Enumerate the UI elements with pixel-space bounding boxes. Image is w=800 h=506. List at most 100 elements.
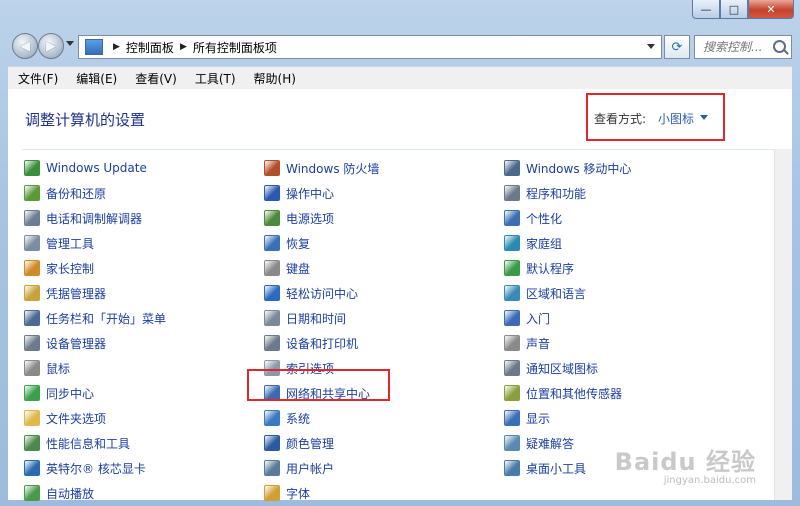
credential-manager-icon bbox=[24, 285, 40, 301]
programs-features-icon bbox=[504, 185, 520, 201]
control-panel-item[interactable]: 家长控制 bbox=[24, 259, 94, 277]
control-panel-item[interactable]: 电源选项 bbox=[264, 209, 334, 227]
control-panel-item[interactable]: 颜色管理 bbox=[264, 434, 334, 452]
view-by-dropdown[interactable]: 小图标 bbox=[658, 110, 694, 127]
control-panel-item[interactable]: 操作中心 bbox=[264, 184, 334, 202]
control-panel-item[interactable]: 同步中心 bbox=[24, 384, 94, 402]
performance-icon bbox=[24, 435, 40, 451]
sound-icon bbox=[504, 335, 520, 351]
control-panel-item-label: 索引选项 bbox=[286, 361, 335, 376]
control-panel-item-label: 性能信息和工具 bbox=[46, 436, 131, 451]
close-button[interactable]: ✕ bbox=[748, 0, 794, 19]
control-panel-item[interactable]: 桌面小工具 bbox=[504, 459, 586, 477]
control-panel-item[interactable]: 设备和打印机 bbox=[264, 334, 358, 352]
control-panel-item[interactable]: 默认程序 bbox=[504, 259, 574, 277]
control-panel-item[interactable]: 英特尔® 核芯显卡 bbox=[24, 459, 146, 477]
control-panel-item[interactable]: 恢复 bbox=[264, 234, 310, 252]
address-bar[interactable]: ▶ 控制面板 ▶ 所有控制面板项 bbox=[78, 35, 662, 59]
control-panel-item-label: Windows Update bbox=[46, 161, 147, 175]
control-panel-item[interactable]: 文件夹选项 bbox=[24, 409, 106, 427]
gadgets-icon bbox=[504, 460, 520, 476]
control-panel-item-label: 设备和打印机 bbox=[286, 336, 359, 351]
menu-tools[interactable]: 工具(T) bbox=[185, 70, 244, 87]
control-panel-item[interactable]: 轻松访问中心 bbox=[264, 284, 358, 302]
control-panel-item-label: 区域和语言 bbox=[526, 286, 587, 301]
menu-file[interactable]: 文件(F) bbox=[8, 70, 66, 87]
refresh-icon: ⟳ bbox=[671, 39, 683, 55]
search-icon[interactable] bbox=[773, 40, 786, 53]
control-panel-item[interactable]: 区域和语言 bbox=[504, 284, 586, 302]
indexing-icon bbox=[264, 360, 280, 376]
control-panel-item[interactable]: 任务栏和「开始」菜单 bbox=[24, 309, 166, 327]
control-panel-item[interactable]: 键盘 bbox=[264, 259, 310, 277]
control-panel-item[interactable]: 位置和其他传感器 bbox=[504, 384, 622, 402]
control-panel-item[interactable]: 鼠标 bbox=[24, 359, 70, 377]
control-panel-item[interactable]: 凭据管理器 bbox=[24, 284, 106, 302]
watermark-text: Baidu 经验 bbox=[614, 448, 756, 476]
personalization-icon bbox=[504, 210, 520, 226]
control-panel-item[interactable]: Windows 防火墙 bbox=[264, 159, 379, 177]
breadcrumb-control-panel[interactable]: 控制面板 bbox=[126, 39, 174, 56]
menu-bar: 文件(F) 编辑(E) 查看(V) 工具(T) 帮助(H) bbox=[8, 66, 792, 89]
control-panel-item-label: 同步中心 bbox=[46, 386, 95, 401]
control-panel-item[interactable]: 用户帐户 bbox=[264, 459, 334, 477]
vertical-scrollbar[interactable] bbox=[774, 149, 792, 500]
control-panel-item-label: 管理工具 bbox=[46, 236, 95, 251]
recent-pages-dropdown[interactable] bbox=[66, 41, 74, 46]
mobility-center-icon bbox=[504, 160, 520, 176]
view-by-dropdown-arrow-icon[interactable] bbox=[700, 115, 708, 120]
forward-arrow-icon: ▶ bbox=[46, 38, 56, 54]
maximize-button[interactable]: □ bbox=[720, 0, 748, 19]
control-panel-item[interactable]: Windows 移动中心 bbox=[504, 159, 631, 177]
forward-button[interactable]: ▶ bbox=[38, 33, 64, 59]
control-panel-item-label: 操作中心 bbox=[286, 186, 335, 201]
control-panel-item[interactable]: 电话和调制解调器 bbox=[24, 209, 142, 227]
control-panel-item[interactable]: 日期和时间 bbox=[264, 309, 346, 327]
control-panel-item-label: 位置和其他传感器 bbox=[526, 386, 623, 401]
device-manager-icon bbox=[24, 335, 40, 351]
control-panel-item[interactable]: 通知区域图标 bbox=[504, 359, 598, 377]
control-panel-item[interactable]: 管理工具 bbox=[24, 234, 94, 252]
taskbar-icon bbox=[24, 310, 40, 326]
control-panel-item[interactable]: 字体 bbox=[264, 484, 310, 502]
back-button[interactable]: ◀ bbox=[12, 33, 38, 59]
control-panel-item-label: 用户帐户 bbox=[286, 461, 335, 476]
control-panel-item[interactable]: 自动播放 bbox=[24, 484, 94, 502]
breadcrumb-all-items[interactable]: 所有控制面板项 bbox=[193, 39, 277, 56]
devices-printers-icon bbox=[264, 335, 280, 351]
control-panel-item[interactable]: 备份和还原 bbox=[24, 184, 106, 202]
menu-view[interactable]: 查看(V) bbox=[125, 70, 185, 87]
control-panel-item[interactable]: 入门 bbox=[504, 309, 550, 327]
breadcrumb-separator[interactable]: ▶ bbox=[113, 42, 120, 52]
control-panel-item[interactable]: 程序和功能 bbox=[504, 184, 586, 202]
control-panel-item-label: 字体 bbox=[286, 486, 311, 501]
refresh-button[interactable]: ⟳ bbox=[664, 35, 690, 59]
control-panel-item[interactable]: Windows Update bbox=[24, 159, 147, 177]
admin-tools-icon bbox=[24, 235, 40, 251]
control-panel-item[interactable]: 个性化 bbox=[504, 209, 562, 227]
control-panel-item-label: 家庭组 bbox=[526, 236, 563, 251]
breadcrumb-separator[interactable]: ▶ bbox=[180, 42, 187, 52]
folder-options-icon bbox=[24, 410, 40, 426]
control-panel-item[interactable]: 系统 bbox=[264, 409, 310, 427]
control-panel-item[interactable]: 家庭组 bbox=[504, 234, 562, 252]
search-input[interactable] bbox=[703, 40, 773, 54]
recovery-icon bbox=[264, 235, 280, 251]
backup-icon bbox=[24, 185, 40, 201]
region-language-icon bbox=[504, 285, 520, 301]
control-panel-item[interactable]: 索引选项 bbox=[264, 359, 334, 377]
address-dropdown-icon[interactable] bbox=[647, 44, 655, 49]
menu-help[interactable]: 帮助(H) bbox=[244, 70, 304, 87]
control-panel-item[interactable]: 疑难解答 bbox=[504, 434, 574, 452]
getting-started-icon bbox=[504, 310, 520, 326]
control-panel-item[interactable]: 网络和共享中心 bbox=[264, 384, 370, 402]
control-panel-item[interactable]: 性能信息和工具 bbox=[24, 434, 130, 452]
control-panel-item[interactable]: 声音 bbox=[504, 334, 550, 352]
search-box[interactable] bbox=[694, 35, 792, 59]
control-panel-item[interactable]: 设备管理器 bbox=[24, 334, 106, 352]
minimize-button[interactable]: — bbox=[692, 0, 720, 19]
menu-edit[interactable]: 编辑(E) bbox=[66, 70, 125, 87]
control-panel-item-label: 疑难解答 bbox=[526, 436, 575, 451]
control-panel-item[interactable]: 显示 bbox=[504, 409, 550, 427]
control-panel-item-label: 自动播放 bbox=[46, 486, 95, 501]
